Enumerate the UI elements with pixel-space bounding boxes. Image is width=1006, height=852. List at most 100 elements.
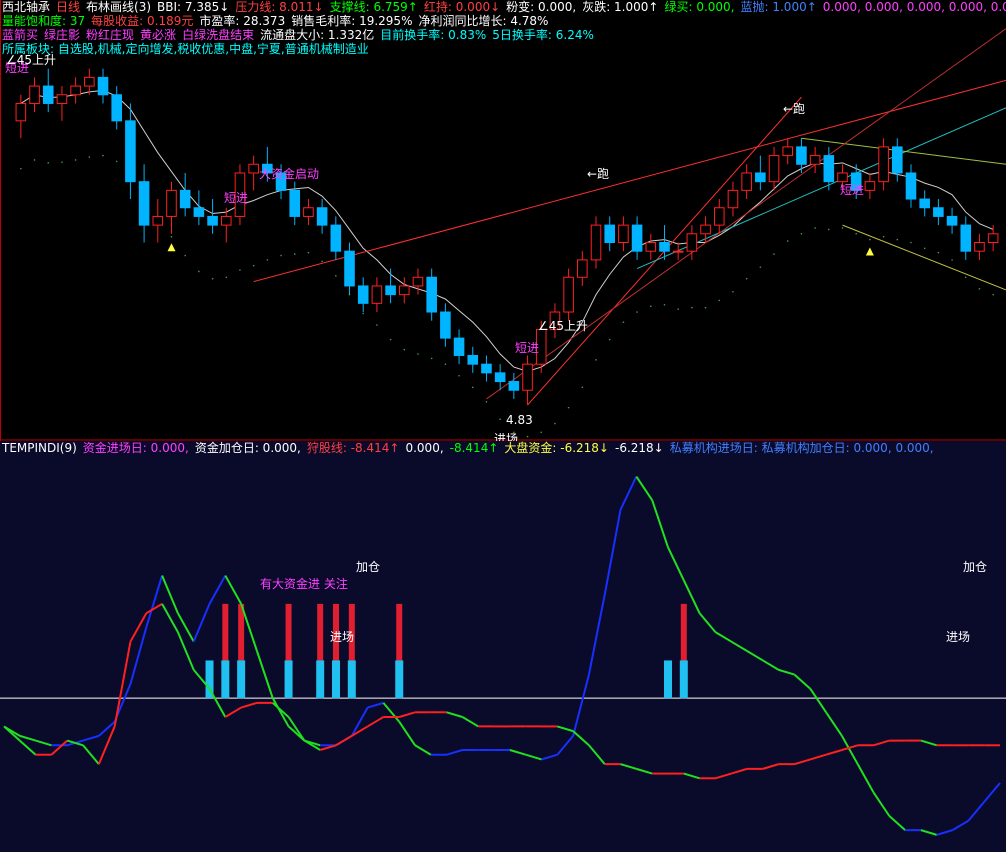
- yellow-triangle: [167, 243, 176, 252]
- market-fund-line-segment: [557, 725, 574, 733]
- market-fund-line-segment: [367, 716, 384, 728]
- price-pane: 短进 ∠45上升 大资金启动 短进 ←跑 ∠45上升 短进 4.83 进场 ←跑 短进 西北轴承 日线…: [0, 0, 1006, 441]
- hunter-line-segment: [872, 791, 891, 817]
- band-dot: [115, 160, 118, 163]
- candle-body: [179, 189, 191, 209]
- band-dot: [910, 241, 912, 244]
- header-item: 日线: [56, 0, 81, 14]
- market-fund-line-segment: [730, 767, 748, 775]
- hunter-line-segment: [256, 650, 274, 699]
- hunter-line-segment: [635, 476, 654, 501]
- band-dot: [663, 303, 666, 306]
- header-item: 销售毛利率: 19.295%: [291, 14, 413, 28]
- band-dot: [567, 406, 570, 409]
- header-item: -8.414↑: [449, 441, 499, 455]
- hunter-line-segment: [556, 735, 574, 756]
- band-dot: [458, 374, 460, 377]
- header-item: 西北轴承: [2, 0, 51, 14]
- chart-annotation: ←跑: [587, 167, 609, 181]
- band-dot: [677, 308, 679, 310]
- market-fund-line-segment: [920, 739, 938, 747]
- band-dot: [499, 418, 501, 421]
- hunter-line-segment: [603, 509, 622, 595]
- candlestick-chart[interactable]: 短进∠45上升大资金启动短进←跑∠45上升短进4.83进场←跑短进: [0, 0, 1006, 441]
- hunter-line-segment: [809, 688, 827, 713]
- market-fund-line-segment: [809, 753, 827, 761]
- indicator-header: TEMPINDI(9) 资金进场日: 0.000, 资金加仓日: 0.000, 狩股线…: [2, 441, 940, 456]
- band-dot: [252, 264, 255, 267]
- band-dot: [691, 306, 693, 309]
- band-dot: [992, 293, 994, 296]
- candle-body: [631, 224, 643, 252]
- candle-body: [933, 207, 944, 217]
- hunter-line-segment: [936, 829, 953, 836]
- band-dot: [540, 431, 543, 434]
- market-fund-line-segment: [446, 711, 463, 718]
- band-dot: [732, 290, 734, 293]
- header-item: BBI: 7.385↓: [157, 0, 230, 14]
- candle-body: [713, 207, 725, 226]
- market-fund-line-segment: [272, 702, 290, 718]
- indicator-pane: 有大资金进 关注 加仓 进场 加仓 进场 TEMPINDI(9) 资金进场日: 0.000…: [0, 441, 1006, 852]
- candle-body: [412, 276, 424, 287]
- candle-body: [426, 276, 437, 313]
- candle-body: [755, 172, 766, 183]
- band-dot: [595, 359, 597, 361]
- candle-body: [330, 224, 342, 252]
- candle-body: [152, 215, 164, 226]
- market-fund-line-segment: [335, 734, 353, 747]
- band-dot: [485, 401, 488, 403]
- hunter-line-segment: [208, 575, 227, 605]
- chart-annotation: ∠45上升: [538, 319, 588, 333]
- hunter-line-segment: [35, 739, 52, 747]
- candle-body: [727, 189, 739, 209]
- market-fund-line-segment: [715, 772, 732, 780]
- band-dot: [841, 227, 844, 229]
- hunter-line-segment: [983, 782, 1001, 803]
- market-fund-line-segment: [588, 744, 606, 765]
- header-item: 粉变: 0.000,: [506, 0, 577, 14]
- market-fund-line-segment: [398, 711, 416, 718]
- candle-body: [166, 189, 177, 217]
- candle-body: [618, 224, 629, 244]
- candle-body: [919, 198, 930, 209]
- candle-body: [974, 242, 985, 252]
- candle-body: [289, 189, 301, 217]
- market-fund-line-segment: [572, 730, 590, 747]
- band-dot: [923, 247, 926, 250]
- market-fund-line-segment: [636, 767, 653, 775]
- header-item: 灰跌: 1.000↑: [582, 0, 659, 14]
- candle-body: [645, 242, 657, 252]
- hunter-line-segment: [587, 594, 606, 675]
- entry-bar: [679, 660, 688, 699]
- market-fund-line-segment: [19, 739, 37, 756]
- candle-body: [70, 85, 81, 96]
- band-dot: [417, 353, 419, 355]
- header-item: 绿买: 0.000,: [664, 0, 735, 14]
- hunter-line-segment: [414, 744, 432, 756]
- band-dot: [198, 270, 200, 273]
- indicator-chart[interactable]: 有大资金进 关注加仓进场加仓进场: [0, 441, 1006, 852]
- candle-body: [42, 85, 54, 104]
- band-dot: [937, 251, 940, 254]
- candle-body: [522, 363, 533, 391]
- band-dot: [280, 254, 282, 257]
- band-dot: [636, 311, 638, 313]
- band-dot: [61, 161, 63, 163]
- chart-annotation: 4.83: [506, 413, 533, 427]
- hunter-line-segment: [446, 749, 463, 756]
- header-item: 黄必涨: [140, 28, 177, 42]
- chart-annotation: 短进: [224, 191, 248, 205]
- candle-body: [604, 224, 616, 244]
- candle-body: [467, 354, 479, 365]
- header-item: 支撑线: 6.759↑: [329, 0, 418, 14]
- header-item: 0.000,: [405, 441, 444, 455]
- candle-body: [248, 163, 259, 174]
- candle-body: [659, 242, 670, 252]
- trend-line-red: [253, 79, 1006, 283]
- candle-body: [125, 120, 136, 183]
- candle-body: [741, 172, 752, 191]
- market-fund-line-segment: [794, 758, 811, 766]
- band-dot: [376, 324, 378, 326]
- chart-annotation: 进场: [494, 432, 518, 441]
